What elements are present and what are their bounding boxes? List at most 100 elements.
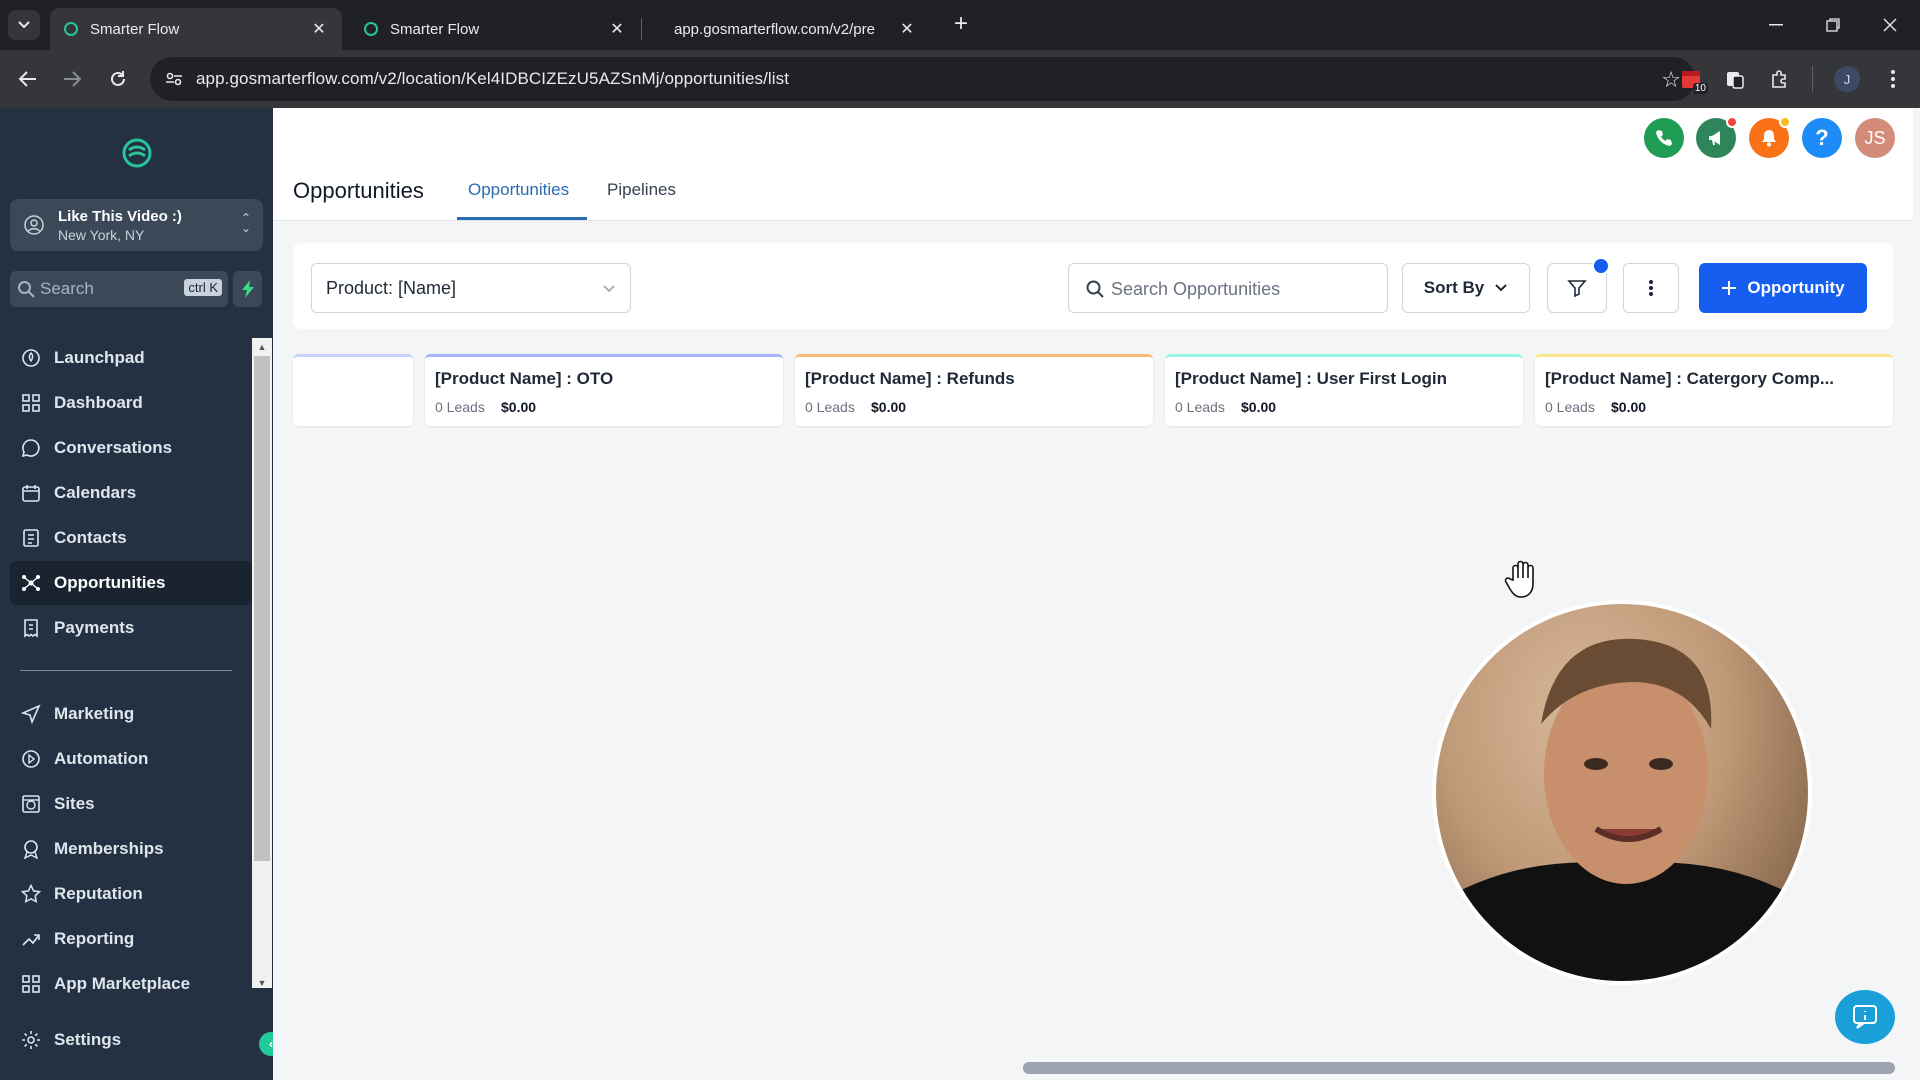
send-icon — [20, 703, 42, 725]
sidebar-item-memberships[interactable]: Memberships — [10, 827, 252, 871]
browser-tab-bar: Smarter Flow ✕ Smarter Flow ✕ app.gosmar… — [0, 0, 1920, 50]
more-options-button[interactable] — [1623, 263, 1679, 313]
stage-leads-count: 0 Leads — [1545, 399, 1595, 415]
sidebar-item-launchpad[interactable]: Launchpad — [10, 336, 252, 380]
sidebar-divider — [20, 670, 232, 671]
sidebar-item-reporting[interactable]: Reporting — [10, 917, 252, 961]
sidebar-item-label: Dashboard — [54, 393, 143, 412]
notifications-button[interactable] — [1749, 116, 1791, 158]
close-icon[interactable]: ✕ — [310, 20, 328, 38]
apps-icon — [20, 973, 42, 995]
tab-title: app.gosmarterflow.com/v2/pre — [674, 20, 875, 38]
pipeline-select[interactable]: Product: [Name] — [311, 263, 631, 313]
help-button[interactable]: ? — [1802, 118, 1842, 158]
active-tab-indicator — [457, 217, 587, 220]
sidebar-item-contacts[interactable]: Contacts — [10, 516, 252, 560]
tab-search-button[interactable] — [8, 10, 40, 40]
toolbar-divider — [1812, 66, 1813, 92]
scroll-down-arrow-icon[interactable]: ▼ — [252, 976, 272, 990]
sidebar-item-label: Sites — [54, 794, 95, 813]
bell-icon — [1762, 130, 1776, 147]
browser-menu-button[interactable] — [1878, 64, 1908, 94]
pipeline-select-value: Product: [Name] — [326, 278, 457, 298]
filter-button[interactable] — [1547, 257, 1610, 313]
sidebar-item-marketing[interactable]: Marketing — [10, 692, 252, 736]
minimize-button[interactable] — [1756, 10, 1796, 40]
forward-button[interactable] — [57, 64, 87, 94]
sidebar-item-label: Automation — [54, 749, 149, 768]
arrow-right-icon — [64, 71, 81, 87]
support-chat-button[interactable] — [1835, 990, 1895, 1044]
restore-icon — [1826, 18, 1840, 32]
sidebar-scroll-thumb[interactable] — [254, 356, 270, 861]
search-opportunities-input[interactable]: Search Opportunities — [1068, 263, 1388, 313]
sidebar-item-automation[interactable]: Automation — [10, 737, 252, 781]
reload-button[interactable] — [103, 64, 133, 94]
phone-button[interactable] — [1644, 118, 1684, 158]
kebab-menu-icon — [1891, 70, 1895, 88]
back-button[interactable] — [13, 64, 43, 94]
network-icon — [20, 572, 42, 594]
sidebar-item-payments[interactable]: Payments — [10, 606, 252, 650]
stage-column-header — [293, 354, 413, 426]
search-icon — [1086, 280, 1104, 298]
close-icon[interactable]: ✕ — [608, 20, 626, 38]
stage-name: [Product Name] : Catergory Comp... — [1545, 369, 1835, 388]
stage-column-header: [Product Name] : Catergory Comp... 0 Lea… — [1535, 354, 1893, 426]
sidebar-item-conversations[interactable]: Conversations — [10, 426, 252, 470]
sidebar-item-app-marketplace[interactable]: App Marketplace — [10, 962, 252, 1006]
tab-divider — [641, 18, 642, 40]
sidebar-item-label: Conversations — [54, 438, 173, 457]
puzzle-icon — [1772, 70, 1786, 88]
smarterflow-favicon-icon — [364, 22, 378, 36]
sidebar-item-label: App Marketplace — [54, 974, 191, 993]
browser-toolbar: app.gosmarterflow.com/v2/location/Kel4ID… — [0, 50, 1920, 108]
quick-actions-button[interactable] — [233, 271, 262, 307]
horizontal-scrollbar[interactable] — [1023, 1062, 1895, 1074]
stage-column-header: [Product Name] : OTO 0 Leads $0.00 — [425, 354, 783, 426]
extension-button[interactable] — [1720, 64, 1750, 94]
browser-profile-avatar[interactable]: J — [1834, 66, 1860, 92]
new-tab-button[interactable]: + — [950, 12, 972, 36]
sidebar-item-settings[interactable]: Settings — [10, 1018, 252, 1062]
sort-by-button[interactable]: Sort By — [1402, 263, 1530, 313]
sidebar-item-calendars[interactable]: Calendars — [10, 471, 252, 515]
browser-tab-2[interactable]: Smarter Flow ✕ — [350, 8, 640, 50]
add-opportunity-button[interactable]: Opportunity — [1699, 263, 1867, 313]
announcements-button[interactable] — [1696, 116, 1738, 158]
extension-calendar-button[interactable]: 10 — [1676, 64, 1708, 94]
sidebar-item-sites[interactable]: Sites — [10, 782, 252, 826]
tab-pipelines[interactable]: Pipelines — [607, 180, 676, 200]
browser-tab-1[interactable]: Smarter Flow ✕ — [50, 8, 342, 50]
browser-tab-3[interactable]: app.gosmarterflow.com/v2/pre ✕ — [660, 8, 930, 50]
grab-cursor-icon — [1504, 560, 1534, 598]
user-avatar[interactable]: JS — [1855, 118, 1895, 158]
chevron-down-icon — [18, 21, 30, 29]
sidebar-item-label: Launchpad — [54, 348, 145, 367]
rocket-icon — [20, 347, 42, 369]
sidebar-item-opportunities[interactable]: Opportunities — [10, 561, 252, 605]
extension-badge: 10 — [1692, 83, 1708, 94]
sidebar-search[interactable]: Search ctrl K — [10, 271, 228, 307]
scroll-up-arrow-icon[interactable]: ▲ — [252, 340, 272, 354]
sidebar-item-label: Reputation — [54, 884, 143, 903]
close-window-button[interactable] — [1870, 10, 1910, 40]
smarterflow-favicon-icon — [64, 22, 78, 36]
chevron-down-icon — [1495, 284, 1507, 292]
add-opportunity-label: Opportunity — [1747, 278, 1845, 297]
address-bar[interactable]: app.gosmarterflow.com/v2/location/Kel4ID… — [150, 57, 1695, 101]
close-icon[interactable]: ✕ — [898, 20, 916, 38]
sidebar-item-dashboard[interactable]: Dashboard — [10, 381, 252, 425]
sidebar-item-reputation[interactable]: Reputation — [10, 872, 252, 916]
tab-opportunities[interactable]: Opportunities — [468, 180, 569, 200]
minimize-icon — [1769, 24, 1783, 26]
chat-icon — [20, 437, 42, 459]
stage-name: [Product Name] : OTO — [435, 369, 614, 388]
plus-icon — [1722, 281, 1737, 295]
restore-button[interactable] — [1813, 10, 1853, 40]
account-location: New York, NY — [58, 227, 145, 243]
sidebar-item-label: Calendars — [54, 483, 137, 502]
kebab-menu-icon — [1649, 280, 1653, 296]
account-switcher[interactable]: Like This Video :) New York, NY ⌃ ⌄ — [10, 199, 263, 251]
extensions-menu-button[interactable] — [1765, 64, 1795, 94]
